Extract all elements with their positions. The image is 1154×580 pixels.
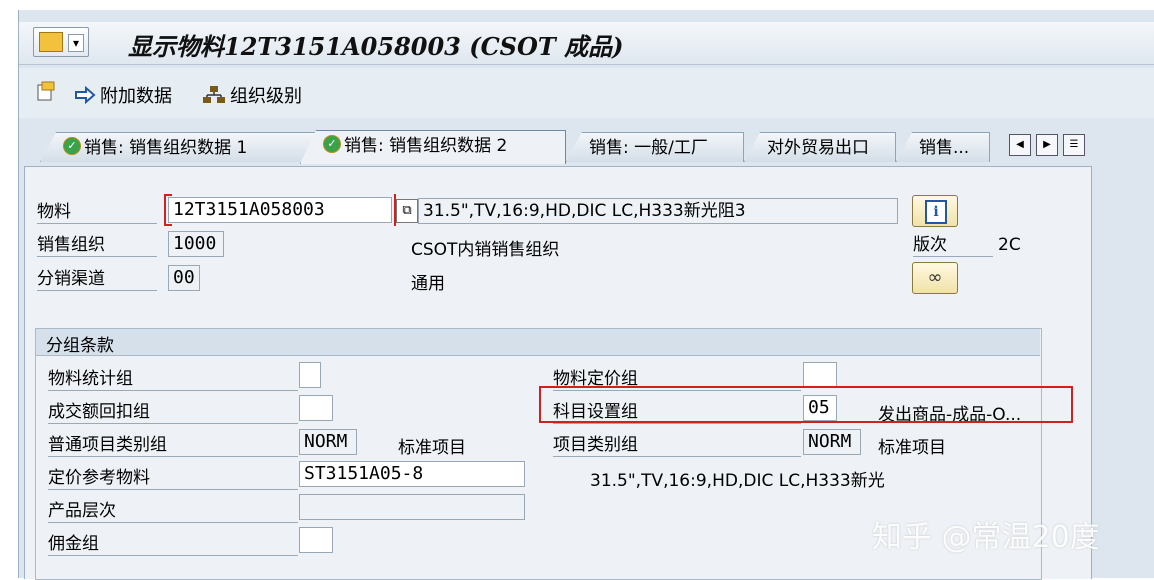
tab-label: 销售: 销售组织数据 1 [84,138,248,158]
material-label: 物料 [37,199,157,224]
system-menu-button[interactable]: ▾ [33,27,89,57]
org-levels-label: 组织级别 [230,86,302,107]
field-focus-marker [164,194,396,226]
tab-label: 销售: 销售组织数据 2 [344,136,508,156]
tab-sales-org-1[interactable]: ✓ 销售: 销售组织数据 1 [40,132,316,162]
checked-icon: ✓ [323,135,341,153]
tab-label: 对外贸易出口 [767,138,869,158]
version-value: 2C [998,235,1021,255]
checked-icon: ✓ [63,137,81,155]
glasses-icon: ∞ [927,267,943,288]
tab-list-icon[interactable]: ☰ [1063,134,1085,156]
mat-stat-group-field[interactable] [299,362,321,388]
volume-rebate-label: 成交额回扣组 [48,399,298,424]
prod-hier-label: 产品层次 [48,498,298,523]
grouping-terms-title: 分组条款 [46,336,114,356]
sales-org-description: CSOT内销销售组织 [411,240,560,260]
info-icon: i [925,200,947,224]
tab-sales-more[interactable]: 销售... [896,132,990,162]
highlight-annotation-box [539,386,1073,423]
commission-label: 佣金组 [48,531,298,556]
pricing-ref-description: 31.5",TV,16:9,HD,DIC LC,H333新光 [590,471,885,491]
prod-hier-field[interactable] [299,494,525,520]
commission-field[interactable] [299,527,333,553]
mat-price-group-field[interactable] [803,362,837,388]
material-description: 31.5",TV,16:9,HD,DIC LC,H333新光阻3 [418,198,898,224]
window-title: 显示物料12T3151A058003 (CSOT 成品) [128,32,624,61]
gen-item-cat-label: 普通项目类别组 [48,432,298,457]
tab-label: 销售... [919,138,970,158]
gen-item-cat-description: 标准项目 [398,438,466,458]
sales-org-label: 销售组织 [37,232,157,257]
mat-stat-group-label: 物料统计组 [48,366,298,391]
application-toolbar [19,68,1154,119]
dist-channel-description: 通用 [411,274,445,294]
item-cat-label: 项目类别组 [553,432,801,457]
volume-rebate-field[interactable] [299,395,333,421]
dist-channel-label: 分销渠道 [37,266,157,291]
org-levels-button[interactable]: 组织级别 [202,82,302,108]
org-hierarchy-icon [203,86,225,103]
pricing-ref-label: 定价参考物料 [48,465,298,490]
item-cat-description: 标准项目 [878,438,946,458]
watermark: 知乎 @常温20度 [872,520,1100,555]
scroll-tabs-right-icon[interactable]: ▶ [1036,134,1058,156]
tab-sales-general-plant[interactable]: 销售: 一般/工厂 [566,132,744,162]
additional-data-label: 附加数据 [100,86,172,107]
dropdown-icon: ▾ [68,34,84,52]
version-label: 版次 [913,232,993,257]
sales-org-field[interactable]: 1000 [168,231,224,257]
info-button[interactable]: i [912,195,958,227]
arrow-right-icon [75,86,96,104]
scroll-tabs-left-icon[interactable]: ◀ [1009,134,1031,156]
gen-item-cat-field[interactable]: NORM [299,429,357,455]
glasses-display-button[interactable]: ∞ [912,262,958,294]
dist-channel-field[interactable]: 00 [168,265,200,291]
long-text-icon[interactable]: ⧉ [396,199,418,223]
other-material-icon[interactable] [36,80,58,102]
grouping-terms-header [36,329,1040,356]
menu-icon [39,32,63,52]
additional-data-button[interactable]: 附加数据 [74,82,172,108]
tab-sales-org-2[interactable]: ✓ 销售: 销售组织数据 2 [300,130,566,164]
pricing-ref-field[interactable]: ST3151A05-8 [299,461,525,487]
item-cat-field[interactable]: NORM [803,429,861,455]
tab-foreign-trade-export[interactable]: 对外贸易出口 [744,132,896,162]
tab-label: 销售: 一般/工厂 [589,138,708,158]
